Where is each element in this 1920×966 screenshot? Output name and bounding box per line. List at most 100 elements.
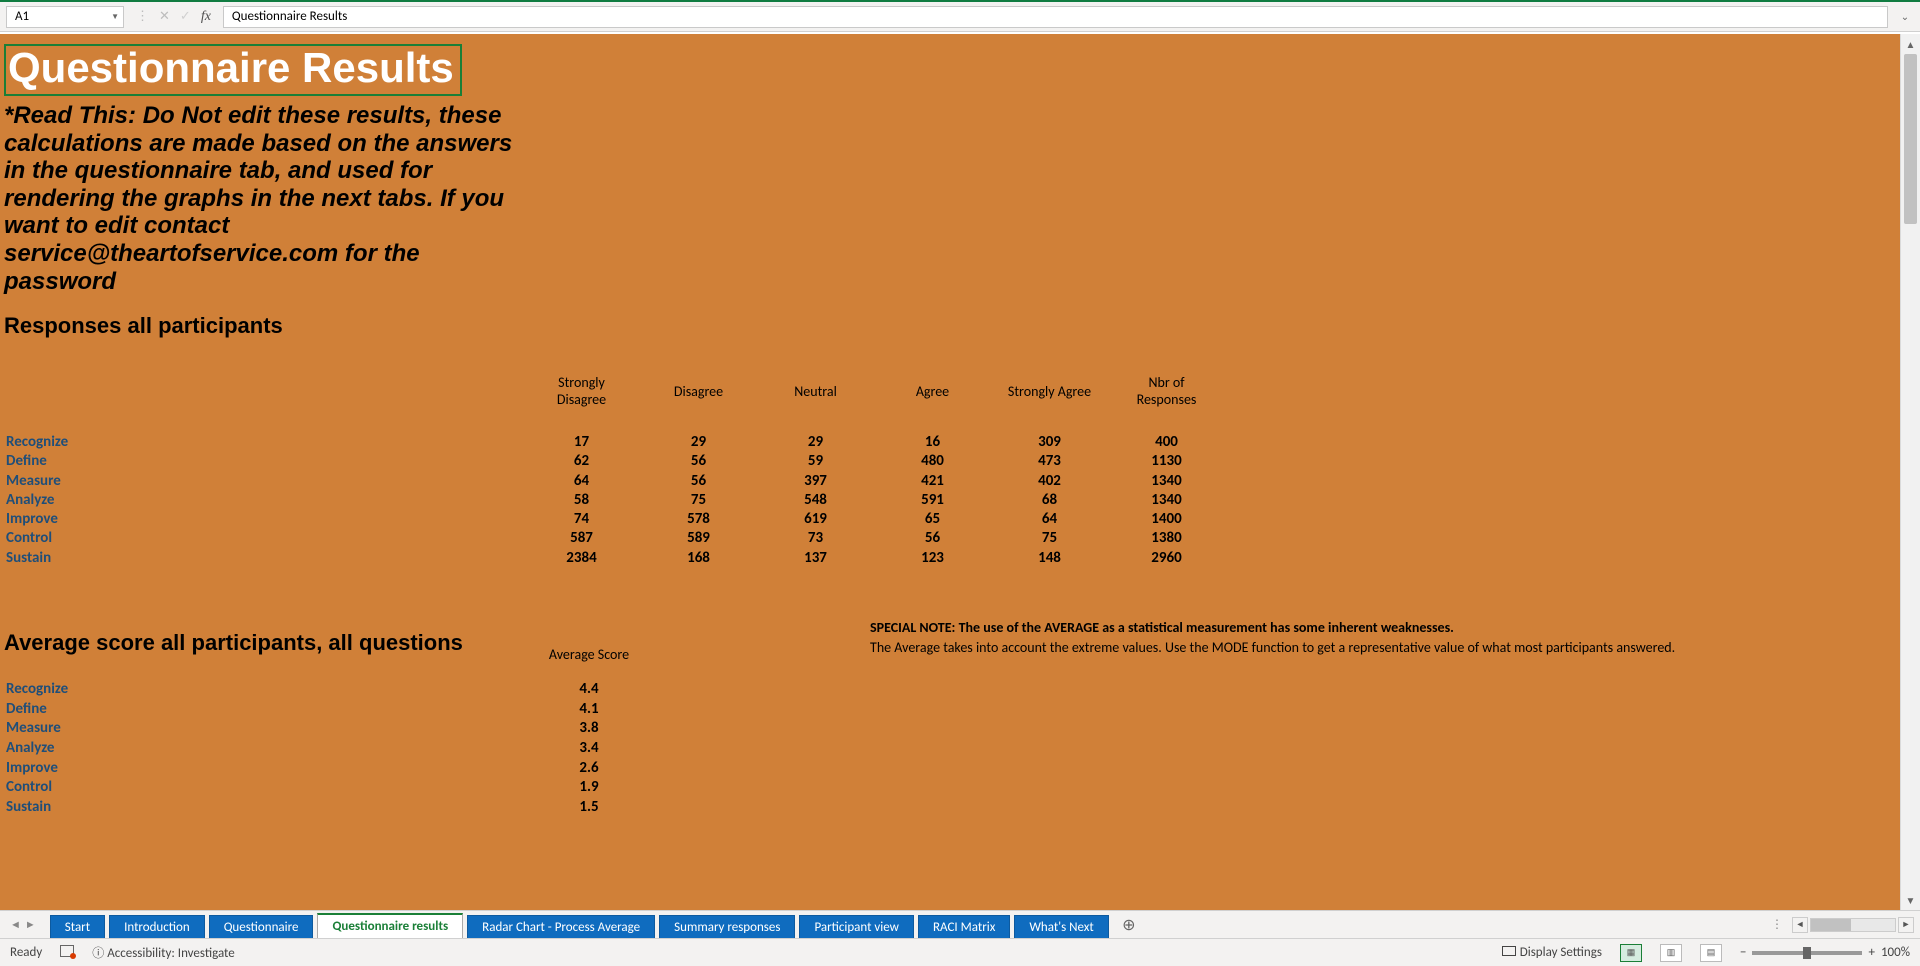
zoom-value[interactable]: 100%: [1881, 945, 1910, 960]
cell-n: 397: [758, 473, 873, 490]
tab-nav-next-icon[interactable]: ►: [25, 918, 36, 931]
zoom-slider[interactable]: [1752, 951, 1862, 955]
view-normal-icon[interactable]: ▦: [1620, 944, 1642, 962]
view-page-layout-icon[interactable]: ▥: [1660, 944, 1682, 962]
sheet-tab[interactable]: Participant view: [799, 915, 914, 939]
table-row: Improve7457861965641400: [2, 511, 1224, 528]
cell-a: 123: [875, 550, 990, 567]
cell-n: 619: [758, 511, 873, 528]
hscroll-left-icon[interactable]: ◄: [1792, 917, 1808, 933]
enter-icon[interactable]: ✓: [180, 9, 191, 24]
zoom-knob[interactable]: [1803, 947, 1811, 959]
zoom-in-icon[interactable]: +: [1868, 945, 1874, 960]
warning-text: *Read This: Do Not edit these results, t…: [4, 102, 524, 295]
row-label: Analyze: [2, 492, 522, 509]
cell-d: 56: [641, 453, 756, 470]
hscroll-track[interactable]: [1810, 918, 1896, 932]
th-strongly: Strongly: [558, 374, 605, 391]
sheet-tab[interactable]: What's Next: [1014, 915, 1108, 939]
row-label: Recognize: [2, 681, 502, 699]
tab-split-handle[interactable]: ⋮: [1765, 917, 1790, 932]
cell-d: 168: [641, 550, 756, 567]
zoom-control[interactable]: − + 100%: [1740, 945, 1910, 960]
chevron-down-icon[interactable]: ▼: [111, 12, 119, 22]
scroll-thumb[interactable]: [1904, 54, 1917, 224]
cell-a: 480: [875, 453, 990, 470]
row-label: Sustain: [2, 550, 522, 567]
table-row: Measure3.8: [2, 720, 674, 738]
cell-sd: 64: [524, 473, 639, 490]
sheet-tab[interactable]: Start: [50, 915, 105, 939]
display-settings-button[interactable]: Display Settings: [1502, 945, 1602, 960]
sheet-tabs-bar: ◄ ► StartIntroductionQuestionnaireQuesti…: [0, 910, 1920, 938]
name-box-value: A1: [15, 9, 29, 24]
scroll-track[interactable]: [1901, 54, 1920, 890]
row-label: Improve: [2, 760, 502, 778]
cell-sd: 62: [524, 453, 639, 470]
row-label: Measure: [2, 473, 522, 490]
sheet-tab[interactable]: Summary responses: [659, 915, 795, 939]
tab-nav-prev-icon[interactable]: ◄: [10, 918, 21, 931]
formula-bar: A1 ▼ ⋮ ✕ ✓ fx Questionnaire Results ⌄: [0, 2, 1920, 32]
hscroll-right-icon[interactable]: ►: [1898, 917, 1914, 933]
row-label: Control: [2, 779, 502, 797]
status-bar: Ready ⓘ Accessibility: Investigate Displ…: [0, 938, 1920, 966]
table-row: Recognize4.4: [2, 681, 674, 699]
fx-icon[interactable]: fx: [201, 9, 211, 25]
special-note-detail: The Average takes into account the extre…: [870, 639, 1675, 656]
accessibility-status[interactable]: ⓘ Accessibility: Investigate: [92, 944, 235, 961]
row-label: Analyze: [2, 740, 502, 758]
cell-a: 65: [875, 511, 990, 528]
table-row: Analyze5875548591681340: [2, 492, 1224, 509]
th-responses: Responses: [1137, 391, 1197, 408]
cell-sd: 74: [524, 511, 639, 528]
sheet-tab[interactable]: RACI Matrix: [918, 915, 1010, 939]
cell-d: 29: [641, 434, 756, 451]
tab-nav-controls: ◄ ►: [0, 911, 46, 938]
formula-bar-buttons: ⋮ ✕ ✓ fx: [132, 9, 215, 25]
cell-sa: 473: [992, 453, 1107, 470]
view-page-break-icon[interactable]: ▤: [1700, 944, 1722, 962]
th-avg-score: Average Score: [504, 646, 674, 663]
sheet-tab[interactable]: Questionnaire: [209, 915, 314, 939]
cell-avg: 1.5: [504, 799, 674, 817]
sheet-tab[interactable]: Questionnaire results: [317, 913, 463, 939]
table-row: Control1.9: [2, 779, 674, 797]
formula-option-icon[interactable]: ⋮: [136, 9, 149, 24]
scroll-up-icon[interactable]: ▲: [1901, 34, 1920, 54]
th-nbr: Nbr of: [1148, 374, 1184, 391]
expand-formula-bar-icon[interactable]: ⌄: [1896, 10, 1914, 23]
row-label: Sustain: [2, 799, 502, 817]
cell-d: 578: [641, 511, 756, 528]
cell-d: 56: [641, 473, 756, 490]
sheet-tab[interactable]: Radar Chart - Process Average: [467, 915, 655, 939]
th-disagree2: Disagree: [557, 391, 606, 408]
cell-sd: 17: [524, 434, 639, 451]
hscroll-thumb[interactable]: [1811, 919, 1851, 931]
macro-record-icon[interactable]: [60, 945, 74, 961]
cell-n: 548: [758, 492, 873, 509]
cell-nr: 1380: [1109, 530, 1224, 547]
cell-n: 73: [758, 530, 873, 547]
zoom-out-icon[interactable]: −: [1740, 945, 1746, 960]
vertical-scrollbar[interactable]: ▲ ▼: [1900, 34, 1920, 910]
row-label: Define: [2, 701, 502, 719]
page-title: Questionnaire Results: [4, 44, 462, 96]
th-disagree: Disagree: [641, 374, 756, 408]
cell-nr: 1340: [1109, 492, 1224, 509]
cancel-icon[interactable]: ✕: [159, 9, 170, 24]
table-row: Sustain1.5: [2, 799, 674, 817]
scroll-down-icon[interactable]: ▼: [1901, 890, 1920, 910]
sheet-tab[interactable]: Introduction: [109, 915, 205, 939]
th-neutral: Neutral: [758, 374, 873, 408]
formula-input[interactable]: Questionnaire Results: [223, 6, 1888, 28]
cell-a: 591: [875, 492, 990, 509]
add-sheet-button[interactable]: ⊕: [1117, 911, 1141, 938]
cell-a: 56: [875, 530, 990, 547]
cell-sa: 148: [992, 550, 1107, 567]
special-note-bold: SPECIAL NOTE: The use of the AVERAGE as …: [870, 619, 1454, 636]
name-box[interactable]: A1 ▼: [6, 6, 124, 28]
worksheet[interactable]: Questionnaire Results *Read This: Do Not…: [0, 34, 1900, 910]
cell-nr: 400: [1109, 434, 1224, 451]
horizontal-scrollbar[interactable]: ⋮ ◄ ►: [1759, 911, 1920, 938]
